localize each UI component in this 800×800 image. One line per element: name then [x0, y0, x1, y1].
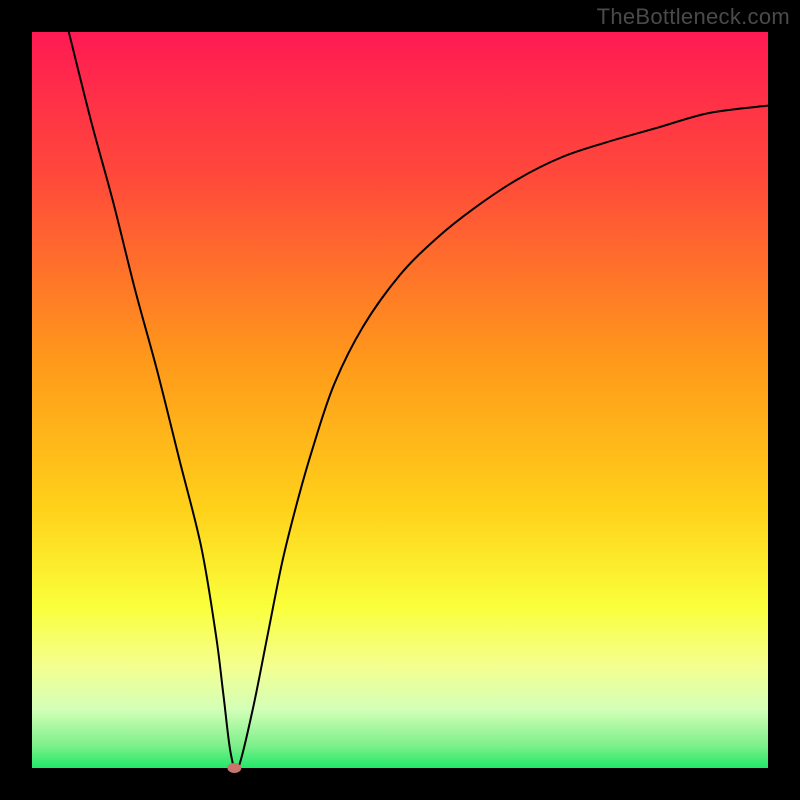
- minimum-marker: [227, 763, 241, 773]
- chart-frame: TheBottleneck.com: [0, 0, 800, 800]
- bottleneck-chart: [0, 0, 800, 800]
- chart-plot-area: [32, 32, 768, 768]
- watermark-label: TheBottleneck.com: [597, 4, 790, 30]
